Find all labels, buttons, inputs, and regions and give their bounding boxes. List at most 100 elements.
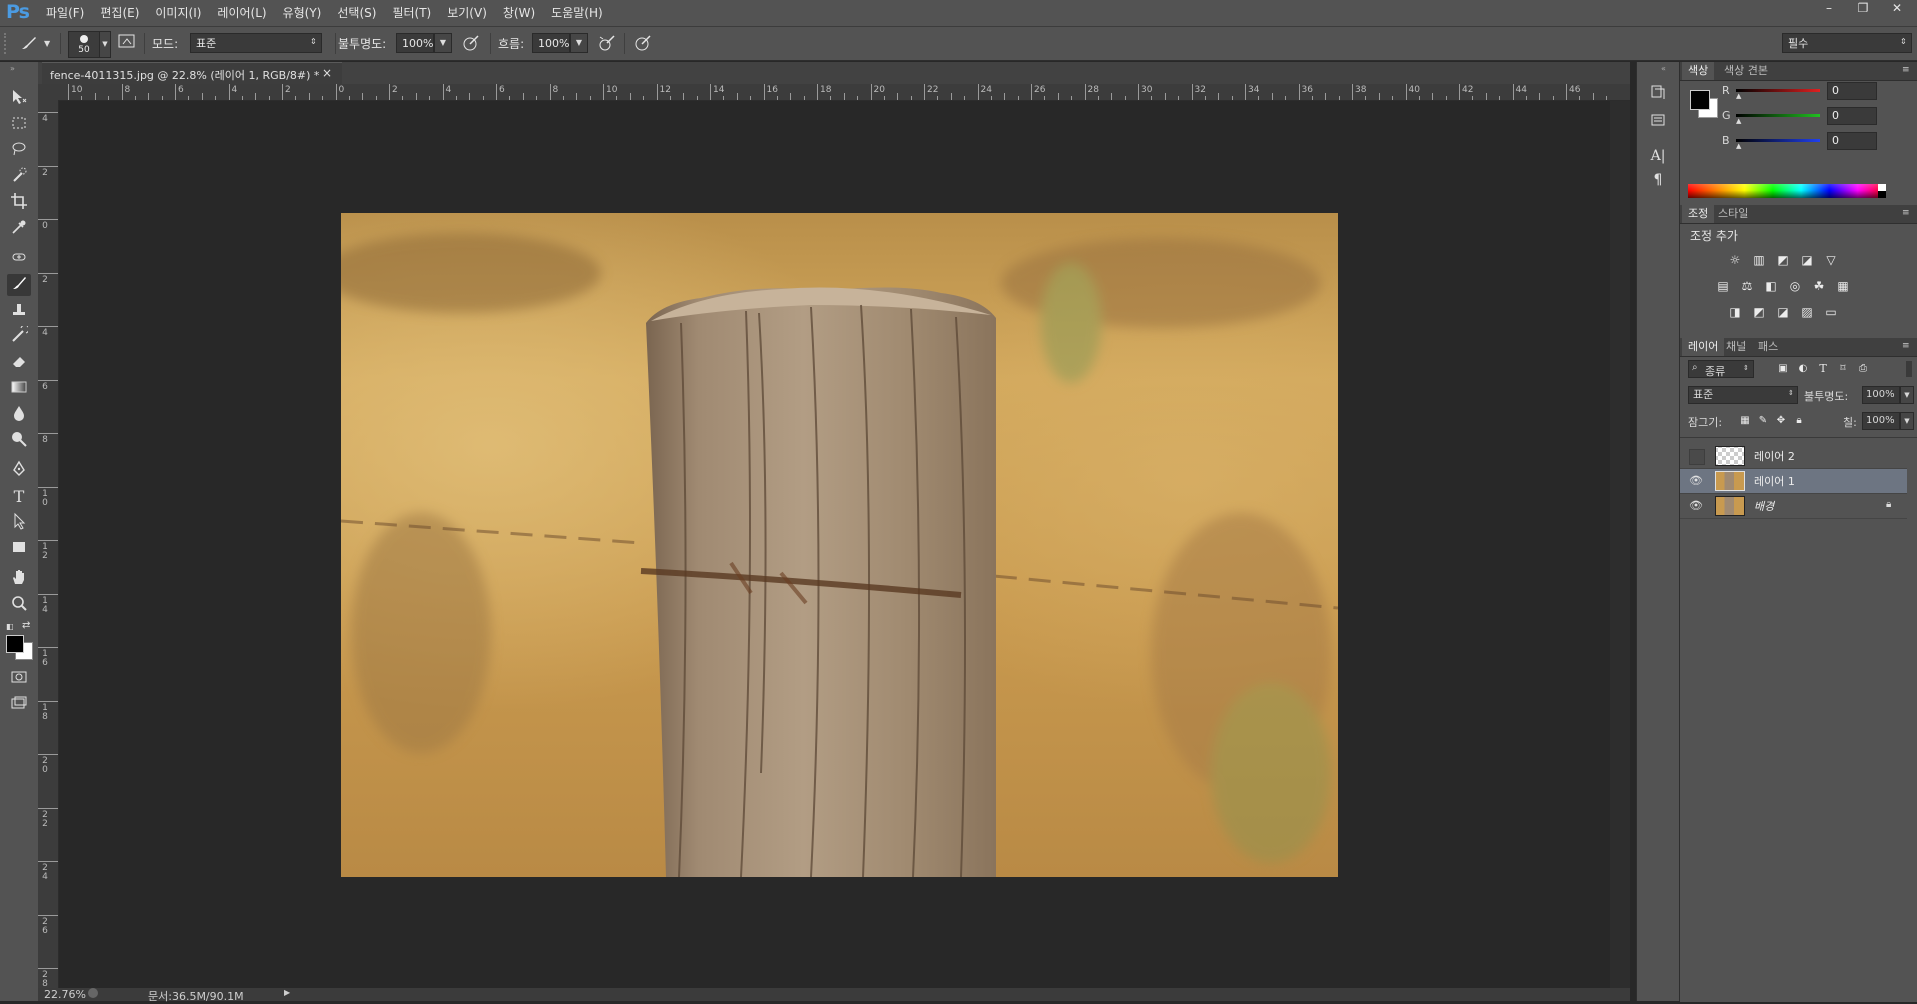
- minimize-button[interactable]: –: [1812, 0, 1846, 18]
- close-button[interactable]: ✕: [1880, 0, 1914, 18]
- layer-row[interactable]: 👁︎ 레이어 1: [1680, 469, 1907, 494]
- slider-handle-icon[interactable]: ▲: [1736, 117, 1741, 125]
- swap-colors-icon[interactable]: ⇄: [22, 620, 30, 631]
- eyedropper-icon[interactable]: [7, 218, 31, 240]
- clone-stamp-icon[interactable]: [7, 300, 31, 322]
- gradient-icon[interactable]: [7, 378, 31, 400]
- tab-color[interactable]: 색상: [1682, 62, 1715, 80]
- gradient-map-icon[interactable]: ▨: [1798, 304, 1816, 320]
- filter-type-icon[interactable]: T: [1814, 361, 1832, 377]
- chevron-down-icon[interactable]: ▼: [44, 39, 50, 48]
- layer-name[interactable]: 배경: [1754, 498, 1774, 514]
- layer-row[interactable]: 👁︎ 배경 🔒︎: [1680, 494, 1907, 519]
- hue-saturation-icon[interactable]: ▤: [1714, 278, 1732, 294]
- lock-image-icon[interactable]: ✎: [1754, 413, 1772, 429]
- menu-image[interactable]: 이미지(I): [147, 0, 209, 26]
- lock-position-icon[interactable]: ✥: [1772, 413, 1790, 429]
- blend-mode-select[interactable]: 표준: [1688, 386, 1798, 404]
- tab-paths[interactable]: 패스: [1752, 338, 1784, 356]
- path-select-icon[interactable]: [7, 512, 31, 534]
- history-brush-icon[interactable]: [7, 324, 31, 348]
- menu-edit[interactable]: 편집(E): [92, 0, 147, 26]
- blur-icon[interactable]: [7, 404, 31, 426]
- hand-tool-icon[interactable]: [7, 568, 31, 590]
- threshold-icon[interactable]: ◪: [1774, 304, 1792, 320]
- layer-row[interactable]: 레이어 2: [1680, 444, 1907, 469]
- paragraph-panel-icon[interactable]: ¶: [1647, 170, 1669, 190]
- filter-adjustment-icon[interactable]: ◐: [1794, 361, 1812, 377]
- airbrush-icon[interactable]: [596, 33, 618, 53]
- collapse-icon[interactable]: «: [1661, 64, 1666, 73]
- chevron-down-icon[interactable]: ▼: [99, 31, 111, 58]
- eye-icon[interactable]: 👁︎: [1689, 474, 1703, 488]
- menu-file[interactable]: 파일(F): [38, 0, 92, 26]
- history-panel-icon[interactable]: [1647, 84, 1669, 104]
- info-arrow-icon[interactable]: ▶: [284, 988, 290, 997]
- menu-help[interactable]: 도움말(H): [543, 0, 611, 26]
- menu-type[interactable]: 유형(Y): [275, 0, 330, 26]
- mode-select[interactable]: 표준: [190, 33, 322, 53]
- exposure-adjust-icon[interactable]: ◪: [1798, 252, 1816, 268]
- layer-filter-select[interactable]: ⌕ 종류 ⇕: [1688, 360, 1754, 378]
- channel-b-value[interactable]: 0: [1827, 132, 1877, 150]
- chevron-down-icon[interactable]: ▼: [1900, 412, 1914, 430]
- chevron-down-icon[interactable]: ▼: [1900, 386, 1914, 404]
- visibility-toggle-off[interactable]: [1689, 449, 1705, 465]
- flow-input[interactable]: 100%: [532, 33, 570, 53]
- quick-select-icon[interactable]: [7, 166, 31, 188]
- photo-filter-icon[interactable]: ◎: [1786, 278, 1804, 294]
- eye-icon[interactable]: 👁︎: [1689, 499, 1703, 513]
- slider-handle-icon[interactable]: ▲: [1736, 142, 1741, 150]
- default-colors-icon[interactable]: ◧: [6, 622, 14, 631]
- layer-opacity-input[interactable]: 100%: [1862, 386, 1900, 404]
- marquee-tool-icon[interactable]: [7, 114, 31, 136]
- channel-mixer-icon[interactable]: ☘: [1810, 278, 1828, 294]
- document-tab[interactable]: fence-4011315.jpg @ 22.8% (레이어 1, RGB/8#…: [42, 62, 342, 85]
- restore-button[interactable]: ❐: [1846, 0, 1880, 18]
- brush-tool-icon[interactable]: [7, 274, 31, 296]
- filter-toggle[interactable]: [1906, 361, 1912, 377]
- color-foreground-swatch-top[interactable]: [1690, 90, 1710, 110]
- quick-mask-icon[interactable]: [7, 668, 31, 690]
- curves-adjust-icon[interactable]: ◩: [1774, 252, 1792, 268]
- type-tool-icon[interactable]: T: [7, 486, 31, 508]
- menu-layer[interactable]: 레이어(L): [209, 0, 274, 26]
- pressure-size-icon[interactable]: [632, 33, 654, 53]
- menu-window[interactable]: 창(W): [495, 0, 543, 26]
- move-tool-icon[interactable]: [7, 88, 31, 110]
- properties-panel-icon[interactable]: [1647, 112, 1669, 132]
- tab-layers[interactable]: 레이어: [1682, 338, 1725, 356]
- character-panel-icon[interactable]: A|: [1647, 146, 1669, 166]
- close-tab-icon[interactable]: ×: [322, 66, 332, 80]
- filter-smart-object-icon[interactable]: ⎙: [1854, 361, 1872, 377]
- lasso-tool-icon[interactable]: [7, 140, 31, 162]
- brush-panel-toggle-icon[interactable]: [116, 33, 138, 53]
- selective-color-icon[interactable]: ▭: [1822, 304, 1840, 320]
- screen-mode-icon[interactable]: [7, 694, 31, 716]
- shape-tool-icon[interactable]: [7, 538, 31, 560]
- brightness-adjust-icon[interactable]: ☼: [1726, 252, 1744, 268]
- channel-g-slider[interactable]: [1736, 114, 1820, 117]
- color-spectrum-bar[interactable]: [1688, 184, 1886, 198]
- channel-b-slider[interactable]: [1736, 139, 1820, 142]
- share-icon[interactable]: [88, 988, 98, 998]
- healing-brush-icon[interactable]: [7, 248, 31, 270]
- tab-adjustments[interactable]: 조정: [1682, 205, 1715, 223]
- lock-all-icon[interactable]: 🔒︎: [1790, 413, 1808, 429]
- zoom-level[interactable]: 22.76%: [44, 988, 86, 1001]
- filter-shape-icon[interactable]: ⌑: [1834, 361, 1852, 377]
- brush-preset-icon[interactable]: [18, 33, 40, 53]
- layer-name[interactable]: 레이어 1: [1754, 473, 1795, 489]
- vertical-scrollbar[interactable]: [1610, 101, 1630, 988]
- foreground-color-swatch[interactable]: [6, 635, 24, 653]
- chevron-down-icon[interactable]: ▼: [570, 33, 588, 53]
- invert-icon[interactable]: ◨: [1726, 304, 1744, 320]
- tab-swatches[interactable]: 색상 견본: [1718, 62, 1774, 80]
- channel-g-value[interactable]: 0: [1827, 107, 1877, 125]
- lock-transparent-icon[interactable]: ▦: [1736, 413, 1754, 429]
- color-lookup-icon[interactable]: ▦: [1834, 278, 1852, 294]
- zoom-tool-icon[interactable]: [7, 594, 31, 616]
- filter-pixel-icon[interactable]: ▣: [1774, 361, 1792, 377]
- slider-handle-icon[interactable]: ▲: [1736, 92, 1741, 100]
- fill-input[interactable]: 100%: [1862, 412, 1900, 430]
